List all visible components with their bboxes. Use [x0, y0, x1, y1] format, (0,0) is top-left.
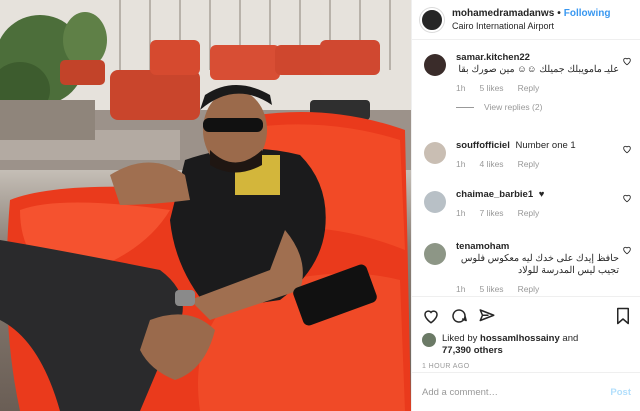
- comment-like-heart-icon[interactable]: [622, 193, 632, 203]
- comment-item: samar.kitchen22 عليـ مامويبلك جميلك ☺☺ م…: [412, 52, 640, 140]
- comment-likes[interactable]: 5 likes: [479, 284, 503, 294]
- comment-body: souffofficiel Number one 1: [456, 140, 619, 152]
- separator-dot: •: [557, 7, 561, 19]
- reply-button[interactable]: Reply: [518, 159, 540, 169]
- reply-button[interactable]: Reply: [518, 83, 540, 93]
- comment-username[interactable]: souffofficiel: [456, 140, 510, 151]
- comment-meta: 1h 5 likes Reply: [456, 284, 619, 294]
- comment-username[interactable]: tenamoham: [456, 241, 509, 252]
- liker-username[interactable]: hossamlhossainy: [480, 333, 560, 344]
- comment-body: tenamoham حافظ إيدك على خدك ليه معكوس فل…: [456, 241, 619, 277]
- photo-illustration: [0, 0, 411, 411]
- comment-item: chaimae_barbie1 ♥ 1h 7 likes Reply: [412, 189, 640, 241]
- post-location[interactable]: Cairo International Airport: [452, 20, 610, 32]
- post-header: mohamedramadanws • Following Cairo Inter…: [412, 0, 640, 40]
- author-avatar[interactable]: [420, 7, 444, 32]
- view-replies-link[interactable]: View replies (2): [456, 102, 619, 112]
- post-comment-button[interactable]: Post: [610, 387, 631, 398]
- comment-item: tenamoham حافظ إيدك على خدك ليه معكوس فل…: [412, 241, 640, 301]
- bookmark-icon[interactable]: [615, 307, 631, 325]
- comment-item: souffofficiel Number one 1 1h 4 likes Re…: [412, 140, 640, 189]
- comment-likes[interactable]: 7 likes: [479, 208, 503, 218]
- comment-text: عليـ مامويبلك جميلك ☺☺ مين صورك بقا: [458, 64, 619, 75]
- add-comment-input[interactable]: [422, 386, 611, 398]
- comment-meta: 1h 7 likes Reply: [456, 208, 619, 218]
- post-timestamp: 1 HOUR AGO: [422, 363, 470, 370]
- liker-avatar[interactable]: [422, 333, 436, 347]
- comment-text: Number one 1: [515, 140, 576, 151]
- commenter-avatar[interactable]: [424, 243, 446, 265]
- comment-likes[interactable]: 4 likes: [479, 159, 503, 169]
- comment-time: 1h: [456, 83, 466, 93]
- comment-username[interactable]: chaimae_barbie1: [456, 189, 533, 200]
- author-row: mohamedramadanws • Following: [452, 8, 610, 20]
- comment-text: حافظ إيدك على خدك ليه معكوس فلوس تجيب لي…: [460, 253, 619, 276]
- comment-meta: 1h 5 likes Reply: [456, 83, 619, 93]
- comment-body: samar.kitchen22 عليـ مامويبلك جميلك ☺☺ م…: [456, 52, 619, 76]
- comment-time: 1h: [456, 208, 466, 218]
- comments-list: samar.kitchen22 عليـ مامويبلك جميلك ☺☺ م…: [412, 52, 640, 301]
- following-button[interactable]: Following: [564, 8, 611, 20]
- comment-like-heart-icon[interactable]: [622, 56, 632, 66]
- author-username[interactable]: mohamedramadanws: [452, 8, 554, 20]
- comment-like-heart-icon[interactable]: [622, 144, 632, 154]
- liked-by-label: Liked by: [442, 333, 478, 344]
- reply-button[interactable]: Reply: [518, 208, 540, 218]
- likes-text: Liked by hossamlhossainy and 77,390 othe…: [442, 333, 578, 357]
- post-actions: Liked by hossamlhossainy and 77,390 othe…: [412, 296, 640, 370]
- action-bar: [422, 305, 631, 327]
- likes-others-count[interactable]: 77,390 others: [442, 345, 503, 356]
- commenter-avatar[interactable]: [424, 191, 446, 213]
- view-replies-line: [456, 106, 474, 108]
- share-icon[interactable]: [478, 307, 496, 325]
- comment-username[interactable]: samar.kitchen22: [456, 52, 530, 63]
- commenter-avatar[interactable]: [424, 54, 446, 76]
- comment-time: 1h: [456, 284, 466, 294]
- author-info: mohamedramadanws • Following Cairo Inter…: [452, 8, 610, 32]
- comment-text: ♥: [538, 189, 545, 200]
- like-heart-icon[interactable]: [422, 307, 440, 325]
- comment-meta: 1h 4 likes Reply: [456, 159, 619, 169]
- post-sidebar: mohamedramadanws • Following Cairo Inter…: [411, 0, 640, 411]
- post-photo[interactable]: [0, 0, 411, 411]
- likes-summary: Liked by hossamlhossainy and 77,390 othe…: [422, 333, 631, 357]
- commenter-avatar[interactable]: [424, 142, 446, 164]
- comment-body: chaimae_barbie1 ♥: [456, 189, 619, 201]
- view-replies-label: View replies (2): [484, 102, 543, 112]
- add-comment-bar: Post: [412, 372, 640, 411]
- comment-likes[interactable]: 5 likes: [479, 83, 503, 93]
- reply-button[interactable]: Reply: [518, 284, 540, 294]
- comment-bubble-icon[interactable]: [450, 307, 468, 325]
- comment-time: 1h: [456, 159, 466, 169]
- likes-and: and: [562, 333, 579, 344]
- comment-like-heart-icon[interactable]: [622, 245, 632, 255]
